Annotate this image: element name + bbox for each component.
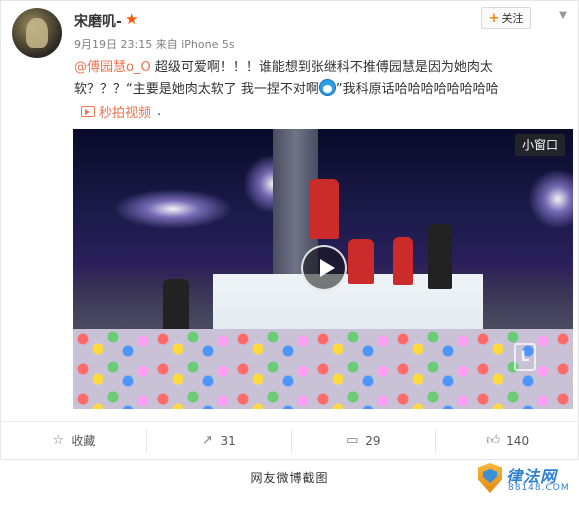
- avatar-figure: [26, 18, 48, 48]
- comment-count: 29: [365, 433, 381, 448]
- video-link-trailing: .: [157, 104, 162, 119]
- performer: [309, 179, 339, 239]
- small-window-button[interactable]: 小窗口: [514, 134, 565, 156]
- content-line1: 超级可爱啊！！！谁能想到张继科不推傅园慧是因为她肉太: [150, 60, 493, 75]
- favorite-label: 收藏: [71, 434, 96, 448]
- stage-light: [528, 169, 573, 229]
- watermark-logo: 律法网 88148.COM: [478, 462, 576, 496]
- content-line2-end: ”我科原话哈哈哈哈哈哈哈哈: [335, 82, 499, 97]
- follow-label: 关注: [501, 12, 524, 25]
- watermark-domain: 88148.COM: [508, 483, 570, 493]
- star-icon: ★: [125, 10, 139, 28]
- avatar[interactable]: [12, 8, 62, 58]
- favorite-icon: ☆: [52, 432, 65, 448]
- ball-pit: [73, 329, 573, 409]
- username[interactable]: 宋磨叽-: [74, 11, 122, 31]
- shield-icon: [478, 463, 502, 493]
- performer: [393, 237, 413, 285]
- video-player[interactable]: L 小窗口: [73, 129, 573, 409]
- action-bar: ☆ 收藏 ↗ 31 ▭ 29 👍︎ 140: [1, 421, 579, 459]
- mention-link[interactable]: @傅园慧o_O: [74, 60, 151, 75]
- timestamp[interactable]: 9月19日 23:15: [74, 38, 152, 51]
- like-button[interactable]: 👍︎ 140: [435, 422, 579, 459]
- repost-icon: ↗: [202, 432, 213, 448]
- play-icon[interactable]: [301, 245, 347, 291]
- doraemon-emoji-icon: [318, 79, 336, 96]
- stage-light: [113, 189, 233, 229]
- source-prefix: 来自: [155, 38, 178, 51]
- content-line2: 软？？？“主要是她肉太软了 我一捏不对啊: [74, 82, 319, 97]
- plus-icon: +: [488, 10, 500, 26]
- favorite-button[interactable]: ☆ 收藏: [1, 422, 146, 459]
- le-logo: L: [514, 343, 536, 371]
- like-icon: 👍︎: [486, 432, 500, 448]
- follow-button[interactable]: + 关注: [481, 7, 531, 29]
- post-meta: 9月19日 23:15 来自 iPhone 5s: [74, 36, 235, 52]
- like-count: 140: [506, 433, 530, 448]
- video-link[interactable]: 秒拍视频 .: [81, 102, 161, 121]
- comment-button[interactable]: ▭ 29: [290, 422, 436, 459]
- repost-count: 31: [220, 433, 236, 448]
- video-link-label: 秒拍视频: [99, 106, 152, 121]
- performer: [348, 239, 374, 284]
- chevron-down-icon[interactable]: ▼: [556, 10, 570, 22]
- post-content: @傅园慧o_O 超级可爱啊！！！谁能想到张继科不推傅园慧是因为她肉太 软？？？“…: [74, 57, 554, 101]
- video-icon: [81, 106, 95, 117]
- repost-button[interactable]: ↗ 31: [145, 422, 291, 459]
- comment-icon: ▭: [346, 432, 359, 448]
- weibo-post-card: 宋磨叽- ★ 9月19日 23:15 来自 iPhone 5s + 关注 ▼ @…: [0, 0, 579, 460]
- performer: [428, 224, 452, 289]
- source-device[interactable]: iPhone 5s: [181, 38, 234, 51]
